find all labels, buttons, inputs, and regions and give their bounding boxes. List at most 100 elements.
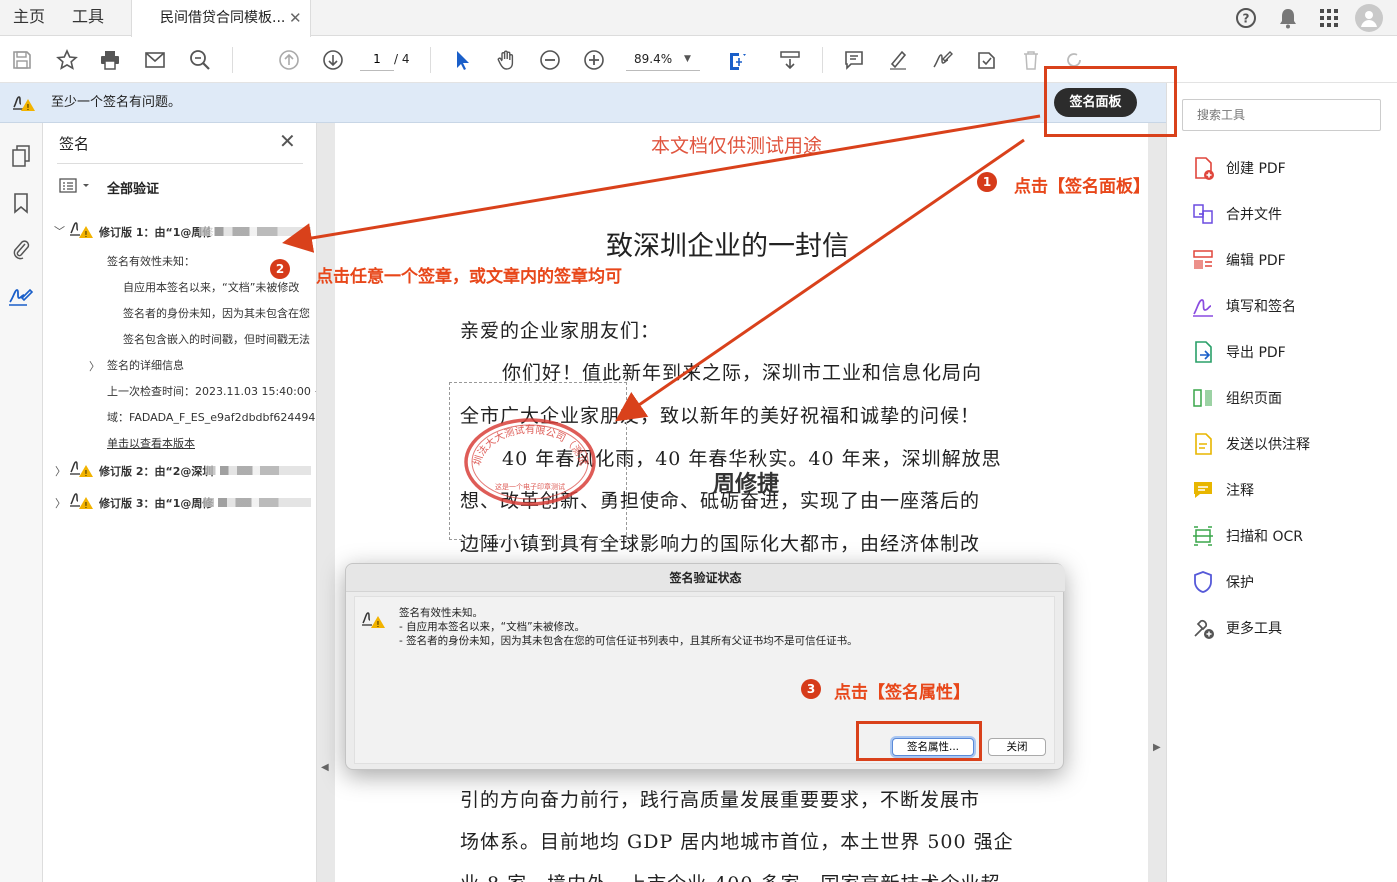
- svg-text:!: !: [84, 230, 87, 239]
- tool-item[interactable]: 合并文件: [1190, 200, 1282, 228]
- step-number: 3: [801, 679, 821, 699]
- zoom-in-icon[interactable]: [578, 44, 610, 76]
- organize-pages-icon: [1190, 385, 1216, 411]
- company-seal[interactable]: 深圳法大大测试有限公司（测试） 这是一个电子印章测试: [462, 417, 598, 507]
- tool-search-input[interactable]: [1182, 99, 1381, 131]
- sign-icon[interactable]: [926, 44, 958, 76]
- doc-line: 场体系。目前地均 GDP 居内地城市首位，本土世界 500 强企: [460, 831, 1014, 853]
- step-number: 2: [270, 259, 290, 279]
- tool-item[interactable]: 注释: [1190, 476, 1254, 504]
- signature-rail-icon[interactable]: [8, 284, 34, 310]
- comment-icon[interactable]: [838, 44, 870, 76]
- export-pdf-icon: [1190, 339, 1216, 365]
- chevron-right-icon[interactable]: 〉: [55, 463, 66, 479]
- signature-domain: 域：FADADA_F_ES_e9af2dbdbf6244949f: [107, 411, 317, 424]
- tool-item[interactable]: 发送以供注释: [1190, 430, 1310, 458]
- tool-label: 注释: [1226, 483, 1254, 499]
- select-cursor-icon[interactable]: [446, 44, 478, 76]
- star-icon[interactable]: [51, 44, 83, 76]
- options-menu-icon[interactable]: [59, 177, 93, 199]
- chevron-right-icon[interactable]: 〉: [55, 495, 66, 511]
- revision-3-label[interactable]: 修订版 3：由“1@周修: [99, 495, 213, 511]
- step-1-annotation: 点击【签名面板】: [1014, 177, 1150, 197]
- bookmark-icon[interactable]: [8, 190, 34, 216]
- pages-icon[interactable]: [8, 143, 34, 169]
- svg-text:?: ?: [1243, 12, 1250, 26]
- stamp-tool-icon[interactable]: [970, 44, 1002, 76]
- tool-label: 填写和签名: [1226, 299, 1296, 315]
- svg-text:!: !: [84, 469, 87, 478]
- tool-label: 创建 PDF: [1226, 161, 1286, 177]
- dialog-heading: 签名有效性未知。: [399, 607, 483, 619]
- tool-item[interactable]: 填写和签名: [1190, 292, 1296, 320]
- signer-name: 周修捷: [713, 471, 780, 497]
- page-total: / 4: [394, 52, 410, 66]
- revision-1-label[interactable]: 修订版 1：由“1@周修: [99, 224, 213, 240]
- combine-files-icon: [1190, 201, 1216, 227]
- create-pdf-icon: [1190, 155, 1216, 181]
- avatar[interactable]: [1355, 4, 1383, 32]
- watermark-text: 本文档仅供测试用途: [651, 135, 823, 157]
- dialog-line-2: - 签名者的身份未知，因为其未包含在您的可信任证书列表中，且其所有父证书均不是可…: [399, 635, 858, 647]
- signature-warning-icon: !: [69, 459, 95, 483]
- page-number-input[interactable]: [360, 47, 394, 71]
- mail-icon[interactable]: [139, 44, 171, 76]
- close-button[interactable]: 关闭: [988, 738, 1046, 756]
- signature-details[interactable]: 签名的详细信息: [107, 357, 184, 373]
- help-icon[interactable]: ?: [1234, 6, 1258, 30]
- tool-item[interactable]: 扫描和 OCR: [1190, 522, 1303, 550]
- tool-item[interactable]: 编辑 PDF: [1190, 246, 1286, 274]
- panel-divider: [57, 163, 303, 164]
- view-version-link[interactable]: 单击以查看本版本: [107, 435, 195, 451]
- signature-warning-icon: !: [69, 220, 95, 244]
- tool-item[interactable]: 组织页面: [1190, 384, 1282, 412]
- page-up-icon[interactable]: [273, 44, 305, 76]
- validity-detail-1: 自应用本签名以来，“文档”未被修改: [123, 281, 300, 294]
- collapse-left-icon[interactable]: ◀: [321, 762, 329, 773]
- tab-home[interactable]: 主页: [13, 0, 45, 35]
- scan-ocr-icon: [1190, 523, 1216, 549]
- svg-text:!: !: [376, 620, 379, 629]
- doc-line: 亲爱的企业家朋友们：: [460, 320, 661, 342]
- chevron-down-icon[interactable]: ﹀: [54, 223, 65, 239]
- last-check-time: 上一次检查时间：2023.11.03 15:40:00 +0: [107, 385, 317, 398]
- search-zoom-icon[interactable]: [184, 44, 216, 76]
- tool-item[interactable]: 更多工具: [1190, 614, 1282, 642]
- highlight-box: [856, 721, 982, 761]
- tab-document[interactable]: 民间借贷合同模板...: [131, 0, 311, 37]
- highlight-pen-icon[interactable]: [882, 44, 914, 76]
- zoom-out-icon[interactable]: [534, 44, 566, 76]
- print-icon[interactable]: [94, 44, 126, 76]
- attachment-icon[interactable]: [8, 236, 34, 262]
- signature-warning-icon: !: [361, 609, 387, 635]
- close-icon[interactable]: ✕: [279, 129, 296, 153]
- more-tools-icon: [1190, 615, 1216, 641]
- tab-tools[interactable]: 工具: [72, 0, 104, 35]
- save-icon[interactable]: [6, 44, 38, 76]
- chevron-down-icon: ▼: [684, 54, 691, 64]
- tool-item[interactable]: 保护: [1190, 568, 1254, 596]
- bell-icon[interactable]: [1276, 6, 1300, 30]
- signature-warning-icon: !: [69, 491, 95, 515]
- scroll-mode-icon[interactable]: [774, 44, 806, 76]
- zoom-select[interactable]: 89.4% ▼: [626, 47, 700, 71]
- doc-line: 业 8 家，境内外，上市企业 400 多家，国家高新技术企业超: [460, 869, 1001, 882]
- revision-2-label[interactable]: 修订版 2：由“2@深圳: [99, 463, 213, 479]
- tool-item[interactable]: 导出 PDF: [1190, 338, 1286, 366]
- tab-close-icon[interactable]: ✕: [289, 0, 302, 36]
- apps-grid-icon[interactable]: [1317, 6, 1341, 30]
- tool-item[interactable]: 创建 PDF: [1190, 154, 1286, 182]
- signature-warning-icon: !: [12, 93, 36, 117]
- delete-icon[interactable]: [1015, 44, 1047, 76]
- page-down-icon[interactable]: [317, 44, 349, 76]
- hand-tool-icon[interactable]: [490, 44, 522, 76]
- chevron-right-icon[interactable]: 〉: [89, 358, 100, 374]
- toolbar-divider: [232, 47, 233, 73]
- signature-panel-title: 签名: [59, 135, 90, 153]
- banner-message: 至少一个签名有问题。: [51, 95, 182, 110]
- doc-line: 引的方向奋力前行，践行高质量发展重要要求，不断发展市: [460, 789, 981, 811]
- doc-line: 你们好！值此新年到来之际，深圳市工业和信息化局向: [502, 362, 983, 384]
- expand-right-icon[interactable]: ▶: [1153, 742, 1161, 753]
- fit-page-icon[interactable]: [722, 44, 754, 76]
- verify-all-button[interactable]: 全部验证: [107, 178, 159, 197]
